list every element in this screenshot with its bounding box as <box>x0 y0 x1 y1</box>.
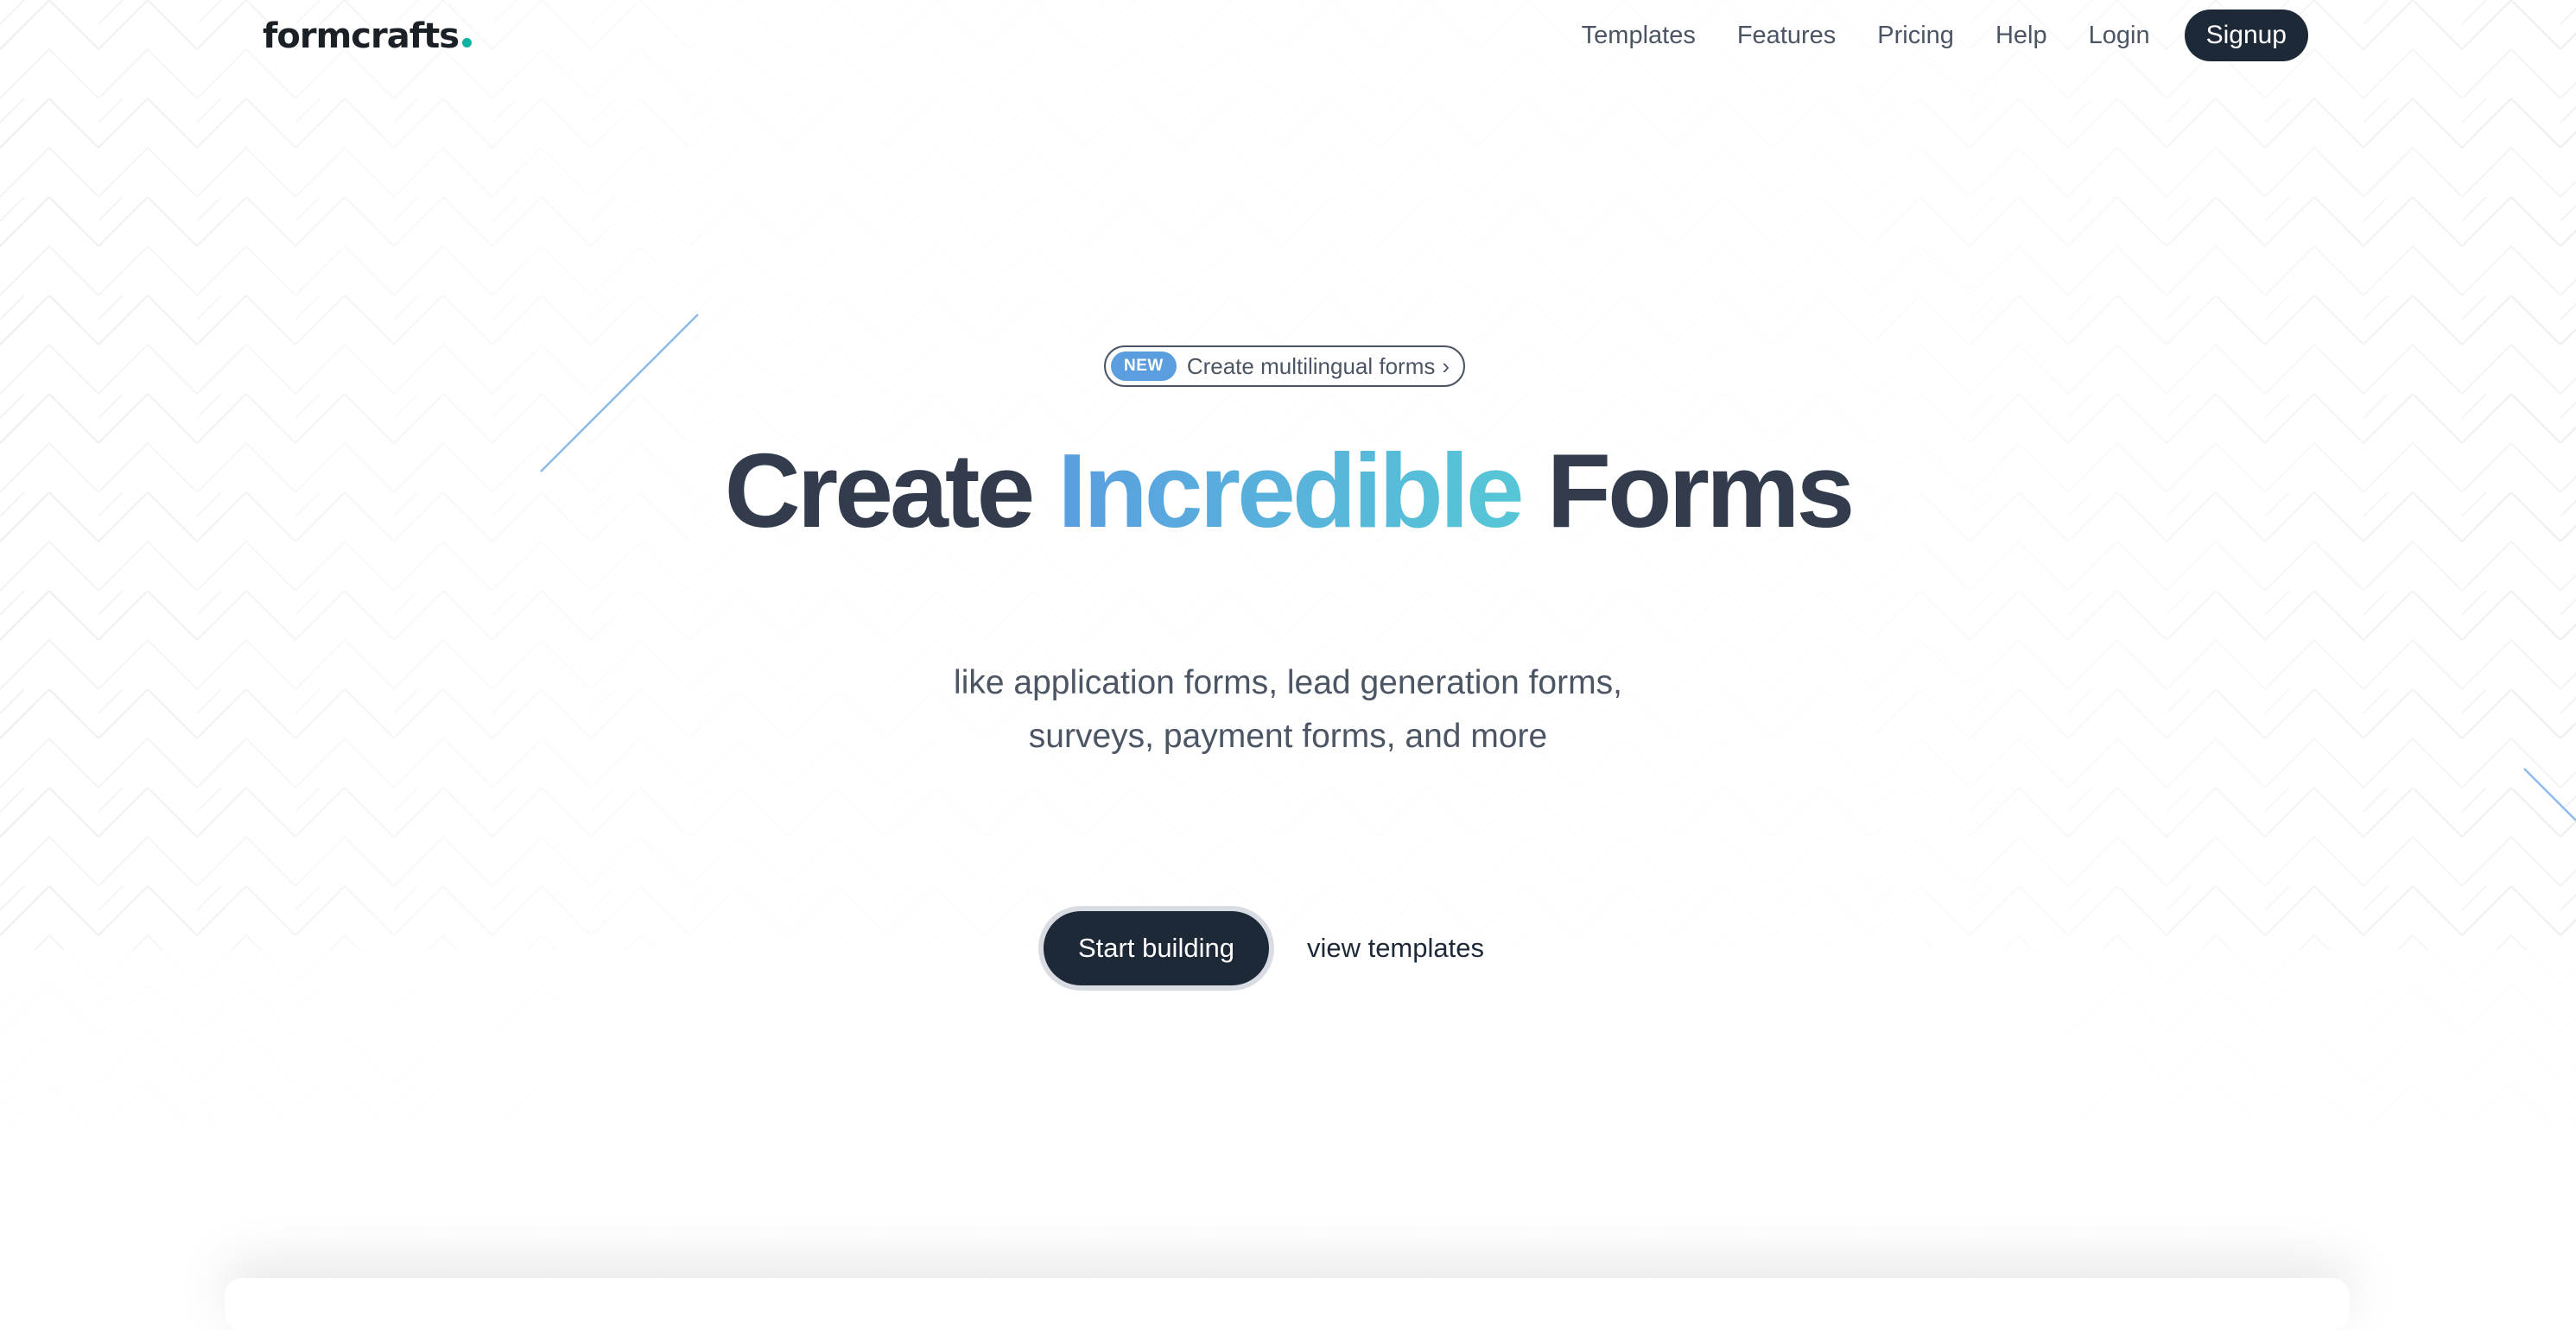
nav-link-login[interactable]: Login <box>2089 22 2150 50</box>
preview-card-top-edge <box>225 1278 2350 1330</box>
chevron-right-icon: › <box>1442 352 1450 379</box>
cta-row: Start building view templates <box>1044 905 1484 991</box>
headline-word-forms: Forms <box>1546 432 1856 549</box>
main-nav: Templates Features Pricing Help Login Si… <box>1582 9 2308 62</box>
view-templates-link[interactable]: view templates <box>1307 933 1484 964</box>
signup-button[interactable]: Signup <box>2184 10 2308 61</box>
subheadline-line-2: surveys, payment forms, and more <box>1028 718 1548 755</box>
brand-name: formcrafts <box>263 16 460 56</box>
accent-line-right <box>2523 768 2576 821</box>
nav-link-templates[interactable]: Templates <box>1582 22 1696 50</box>
background-pattern <box>0 0 2576 1308</box>
hero-subheadline: like application forms, lead generation … <box>0 656 2576 763</box>
top-navigation-bar: formcrafts Templates Features Pricing He… <box>0 0 2576 73</box>
start-building-button[interactable]: Start building <box>1044 911 1269 985</box>
nav-link-features[interactable]: Features <box>1737 22 1836 50</box>
announcement-text: Create multilingual forms <box>1186 352 1436 379</box>
announcement-badge[interactable]: NEW Create multilingual forms › <box>1104 345 1465 387</box>
brand-logo[interactable]: formcrafts <box>263 10 473 62</box>
headline-word-create: Create <box>724 432 1036 549</box>
hero-headline: Create Incredible Forms <box>0 430 2576 551</box>
subheadline-line-1: like application forms, lead generation … <box>954 664 1622 701</box>
nav-link-help[interactable]: Help <box>1995 22 2047 50</box>
brand-dot-icon <box>462 38 473 48</box>
new-badge: NEW <box>1111 352 1177 381</box>
headline-word-incredible: Incredible <box>1057 432 1524 549</box>
nav-link-pricing[interactable]: Pricing <box>1877 22 1954 50</box>
